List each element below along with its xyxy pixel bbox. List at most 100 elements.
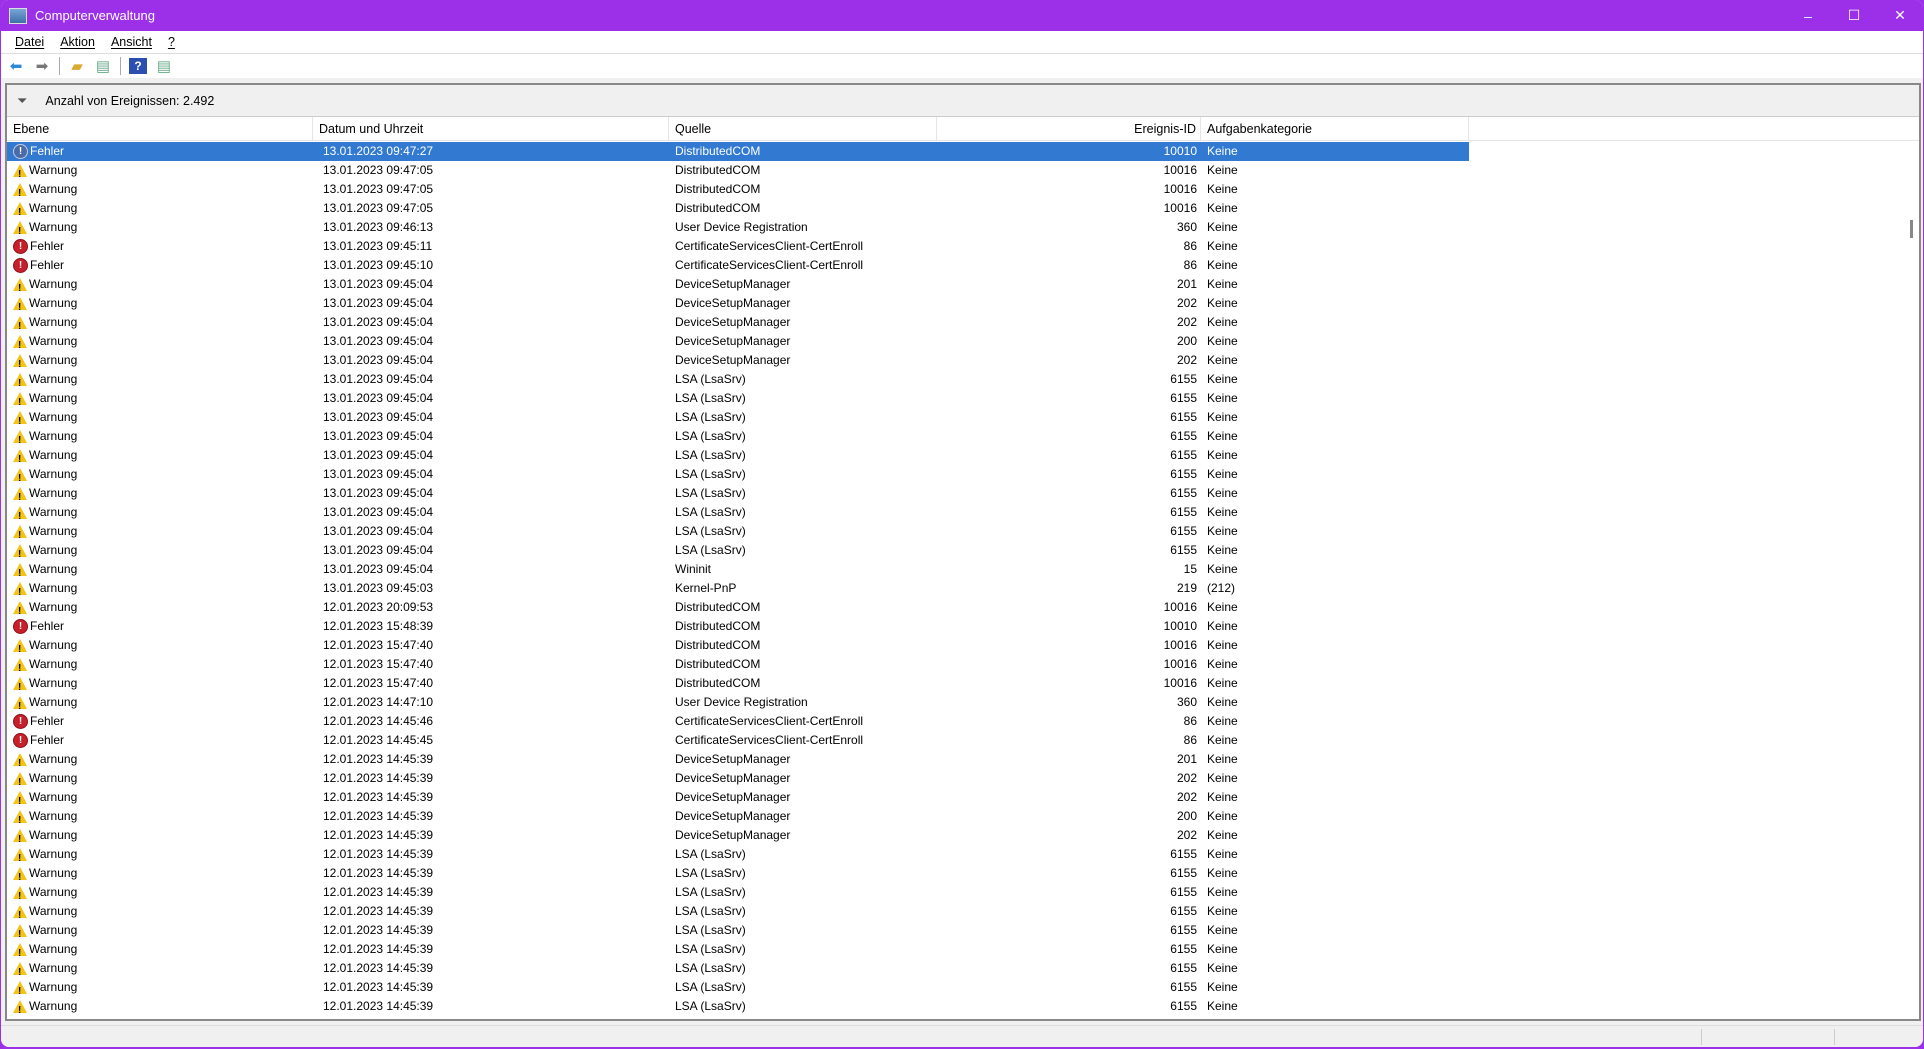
table-row[interactable]: Warnung 13.01.2023 09:45:04 LSA (LsaSrv)… bbox=[7, 370, 1469, 393]
error-icon: ! bbox=[13, 733, 28, 748]
table-row[interactable]: ! Fehler 13.01.2023 09:47:27 DistributedC… bbox=[7, 142, 1469, 161]
event-id-cell: 10016 bbox=[1163, 182, 1197, 196]
close-button[interactable]: ✕ bbox=[1877, 0, 1923, 31]
column-quelle[interactable]: Quelle bbox=[669, 116, 937, 141]
table-row[interactable]: Warnung 12.01.2023 14:45:39 DeviceSetupM… bbox=[7, 769, 1469, 792]
date-cell: 13.01.2023 09:45:04 bbox=[323, 391, 434, 405]
warning-icon bbox=[13, 563, 27, 583]
table-row[interactable]: ! Fehler 13.01.2023 09:45:10 CertificateS… bbox=[7, 256, 1469, 275]
warning-icon bbox=[13, 544, 27, 564]
table-row[interactable]: Warnung 12.01.2023 14:45:39 LSA (LsaSrv)… bbox=[7, 864, 1469, 887]
date-cell: 13.01.2023 09:45:04 bbox=[323, 410, 434, 424]
table-row[interactable]: Warnung 12.01.2023 14:45:39 LSA (LsaSrv)… bbox=[7, 940, 1469, 963]
table-row[interactable]: Warnung 12.01.2023 14:45:39 DeviceSetupM… bbox=[7, 807, 1469, 830]
table-row[interactable]: Warnung 12.01.2023 14:45:39 DeviceSetupM… bbox=[7, 788, 1469, 811]
table-row[interactable]: Warnung 13.01.2023 09:45:03 Kernel-PnP 2… bbox=[7, 579, 1469, 602]
event-list-pane: ⏷ Anzahl von Ereignissen: 2.492 Ebene Da… bbox=[5, 83, 1921, 1021]
warning-icon bbox=[13, 867, 27, 887]
source-cell: DistributedCOM bbox=[675, 619, 761, 633]
table-row[interactable]: Warnung 12.01.2023 20:09:53 DistributedC… bbox=[7, 598, 1469, 621]
table-row[interactable]: Warnung 13.01.2023 09:45:04 DeviceSetupM… bbox=[7, 332, 1469, 355]
vertical-scrollbar[interactable] bbox=[1903, 142, 1919, 1019]
warning-icon bbox=[13, 335, 27, 355]
table-row[interactable]: Warnung 12.01.2023 14:45:39 LSA (LsaSrv)… bbox=[7, 921, 1469, 944]
table-row[interactable]: Warnung 12.01.2023 14:45:39 LSA (LsaSrv)… bbox=[7, 997, 1469, 1020]
category-cell: Keine bbox=[1207, 277, 1238, 291]
show-hide-tree-icon[interactable]: ▤ bbox=[94, 58, 112, 75]
maximize-button[interactable]: ☐ bbox=[1831, 0, 1877, 31]
help-icon[interactable]: ? bbox=[129, 58, 147, 74]
table-row[interactable]: Warnung 13.01.2023 09:45:04 DeviceSetupM… bbox=[7, 313, 1469, 336]
warning-icon bbox=[13, 677, 27, 697]
table-row[interactable]: Warnung 12.01.2023 14:45:39 DeviceSetupM… bbox=[7, 826, 1469, 849]
table-row[interactable]: Warnung 13.01.2023 09:45:04 LSA (LsaSrv)… bbox=[7, 541, 1469, 564]
source-cell: Wininit bbox=[675, 562, 712, 576]
table-row[interactable]: Warnung 12.01.2023 14:45:39 LSA (LsaSrv)… bbox=[7, 959, 1469, 982]
table-row[interactable]: Warnung 13.01.2023 09:45:04 LSA (LsaSrv)… bbox=[7, 389, 1469, 412]
back-arrow-icon[interactable]: ⬅ bbox=[7, 58, 25, 75]
table-row[interactable]: ! Fehler 12.01.2023 14:45:46 CertificateS… bbox=[7, 712, 1469, 731]
menu-datei[interactable]: Datei bbox=[7, 35, 52, 49]
table-row[interactable]: Warnung 13.01.2023 09:45:04 LSA (LsaSrv)… bbox=[7, 427, 1469, 450]
table-row[interactable]: Warnung 13.01.2023 09:45:04 DeviceSetupM… bbox=[7, 275, 1469, 298]
level-cell: Warnung bbox=[13, 465, 77, 488]
up-folder-icon[interactable]: ▰ bbox=[68, 58, 86, 75]
table-row[interactable]: Warnung 12.01.2023 15:47:40 DistributedC… bbox=[7, 674, 1469, 697]
menu-ansicht[interactable]: Ansicht bbox=[103, 35, 160, 49]
table-row[interactable]: Warnung 13.01.2023 09:45:04 Wininit 15 K… bbox=[7, 560, 1469, 583]
table-row[interactable]: ! Fehler 12.01.2023 14:45:45 CertificateS… bbox=[7, 731, 1469, 750]
column-datum[interactable]: Datum und Uhrzeit bbox=[313, 116, 669, 141]
event-id-cell: 10016 bbox=[1163, 163, 1197, 177]
event-id-cell: 6155 bbox=[1170, 486, 1197, 500]
show-action-pane-icon[interactable]: ▤ bbox=[155, 58, 173, 75]
table-row[interactable]: Warnung 13.01.2023 09:45:04 LSA (LsaSrv)… bbox=[7, 522, 1469, 545]
table-row[interactable]: Warnung 13.01.2023 09:47:05 DistributedC… bbox=[7, 199, 1469, 222]
table-row[interactable]: Warnung 12.01.2023 14:47:10 User Device … bbox=[7, 693, 1469, 716]
table-row[interactable]: Warnung 13.01.2023 09:45:04 LSA (LsaSrv)… bbox=[7, 503, 1469, 526]
table-row[interactable]: ! Fehler 12.01.2023 15:48:39 DistributedC… bbox=[7, 617, 1469, 636]
table-row[interactable]: Warnung 12.01.2023 14:45:39 DeviceSetupM… bbox=[7, 750, 1469, 773]
category-cell: Keine bbox=[1207, 163, 1238, 177]
category-cell: Keine bbox=[1207, 353, 1238, 367]
minimize-button[interactable]: – bbox=[1785, 0, 1831, 31]
title-bar: Computerverwaltung – ☐ ✕ bbox=[1, 0, 1923, 31]
level-text: Warnung bbox=[29, 163, 78, 177]
table-row[interactable]: Warnung 12.01.2023 15:47:40 DistributedC… bbox=[7, 636, 1469, 659]
menu-aktion[interactable]: Aktion bbox=[52, 35, 103, 49]
event-id-cell: 202 bbox=[1176, 353, 1197, 367]
table-row[interactable]: Warnung 12.01.2023 15:47:40 DistributedC… bbox=[7, 655, 1469, 678]
table-row[interactable]: Warnung 13.01.2023 09:47:05 DistributedC… bbox=[7, 161, 1469, 184]
scrollbar-thumb[interactable] bbox=[1910, 220, 1913, 238]
table-row[interactable]: Warnung 13.01.2023 09:45:04 LSA (LsaSrv)… bbox=[7, 446, 1469, 469]
column-ereignis-id[interactable]: Ereignis-ID bbox=[937, 116, 1201, 141]
table-row[interactable]: Warnung 12.01.2023 14:45:39 LSA (LsaSrv)… bbox=[7, 902, 1469, 925]
level-cell: Warnung bbox=[13, 655, 77, 678]
table-row[interactable]: Warnung 13.01.2023 09:46:13 User Device … bbox=[7, 218, 1469, 241]
table-row[interactable]: Warnung 12.01.2023 14:45:39 LSA (LsaSrv)… bbox=[7, 845, 1469, 868]
table-row[interactable]: ! Fehler 13.01.2023 09:45:11 CertificateS… bbox=[7, 237, 1469, 256]
table-row[interactable]: Warnung 13.01.2023 09:45:04 LSA (LsaSrv)… bbox=[7, 484, 1469, 507]
table-row[interactable]: Warnung 13.01.2023 09:45:04 LSA (LsaSrv)… bbox=[7, 408, 1469, 431]
table-row[interactable]: Warnung 12.01.2023 14:45:39 LSA (LsaSrv)… bbox=[7, 978, 1469, 1001]
source-cell: LSA (LsaSrv) bbox=[675, 391, 746, 405]
table-row[interactable]: Warnung 13.01.2023 09:45:04 DeviceSetupM… bbox=[7, 351, 1469, 374]
category-cell: Keine bbox=[1207, 980, 1238, 994]
menu-help[interactable]: ? bbox=[160, 35, 183, 49]
forward-arrow-icon[interactable]: ➡ bbox=[33, 58, 51, 75]
event-id-cell: 202 bbox=[1176, 296, 1197, 310]
column-ebene[interactable]: Ebene bbox=[7, 116, 313, 141]
category-cell: Keine bbox=[1207, 429, 1238, 443]
date-cell: 13.01.2023 09:45:10 bbox=[323, 258, 434, 272]
event-id-cell: 201 bbox=[1176, 752, 1197, 766]
table-row[interactable]: Warnung 12.01.2023 14:45:39 LSA (LsaSrv)… bbox=[7, 883, 1469, 906]
warning-icon bbox=[13, 905, 27, 925]
column-aufgabenkategorie[interactable]: Aufgabenkategorie bbox=[1201, 116, 1469, 141]
table-row[interactable]: Warnung 13.01.2023 09:47:05 DistributedC… bbox=[7, 180, 1469, 203]
event-id-cell: 202 bbox=[1176, 771, 1197, 785]
table-row[interactable]: Warnung 13.01.2023 09:45:04 DeviceSetupM… bbox=[7, 294, 1469, 317]
table-row[interactable]: Warnung 13.01.2023 09:45:04 LSA (LsaSrv)… bbox=[7, 465, 1469, 488]
date-cell: 13.01.2023 09:45:03 bbox=[323, 581, 434, 595]
level-cell: Warnung bbox=[13, 807, 77, 830]
category-cell: Keine bbox=[1207, 714, 1238, 728]
source-cell: LSA (LsaSrv) bbox=[675, 904, 746, 918]
